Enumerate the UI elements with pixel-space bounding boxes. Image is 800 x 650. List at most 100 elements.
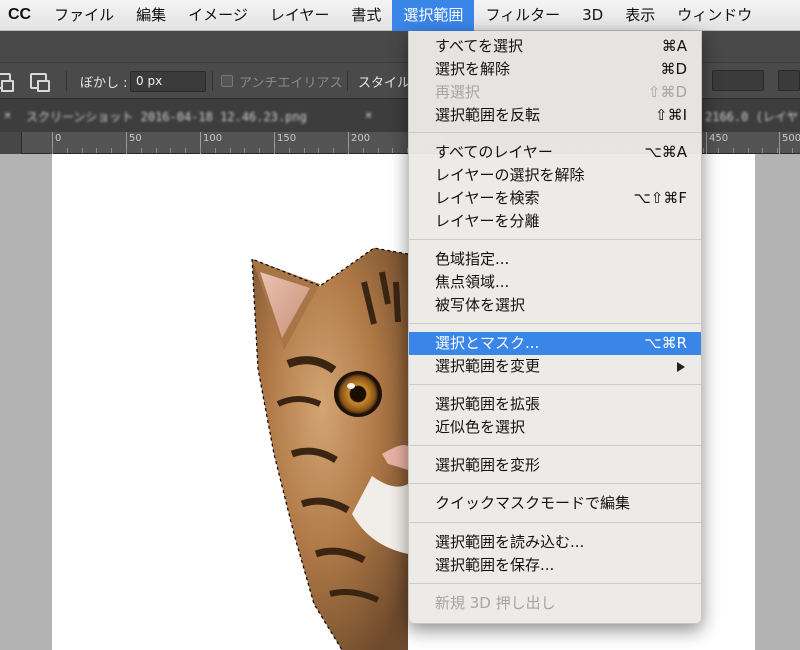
select-menu-dropdown: すべてを選択 ⌘A 選択を解除 ⌘D 再選択 ⇧⌘D 選択範囲を反転 ⇧⌘I すべてのレ…: [408, 31, 702, 624]
ruler-minor-tick: [703, 148, 704, 153]
menu-view[interactable]: 表示: [614, 0, 666, 31]
menu-item-color-range[interactable]: 色域指定...: [409, 248, 701, 271]
menu-image[interactable]: イメージ: [177, 0, 259, 31]
menu-item-label: すべてのレイヤー: [435, 143, 553, 161]
menu-layer[interactable]: レイヤー: [259, 0, 341, 31]
ruler-minor-tick: [718, 148, 719, 153]
menu-item-label: 焦点領域...: [435, 273, 510, 291]
menu-item-deselect[interactable]: 選択を解除 ⌘D: [409, 58, 701, 81]
ruler-minor-tick: [244, 148, 245, 153]
menu-item-label: 選択範囲を拡張: [435, 395, 541, 413]
menu-item-label: すべてを選択: [435, 37, 524, 55]
antialias-checkbox[interactable]: [221, 75, 233, 87]
menu-item-load-selection[interactable]: 選択範囲を読み込む...: [409, 531, 701, 554]
menu-item-label: 選択範囲を変形: [435, 456, 541, 474]
document-tab-title[interactable]: スクリーンショット 2016-04-18 12.46.23.png: [26, 108, 307, 125]
app-menu-cc[interactable]: CC: [0, 6, 43, 24]
menu-window[interactable]: ウィンドウ: [666, 0, 763, 31]
ruler-minor-tick: [733, 148, 734, 153]
ruler-minor-tick: [156, 148, 157, 153]
ruler-label: 200: [348, 132, 370, 154]
menu-item-deselect-layers[interactable]: レイヤーの選択を解除: [409, 164, 701, 187]
height-field[interactable]: [712, 70, 764, 91]
ruler-minor-tick: [777, 148, 778, 153]
ruler-minor-tick: [304, 148, 305, 153]
menu-item-label: レイヤーを分離: [435, 212, 540, 230]
menu-item-isolate-layers[interactable]: レイヤーを分離: [409, 210, 701, 233]
submenu-arrow-icon: [677, 362, 685, 372]
ruler-label: 500: [779, 132, 800, 154]
ruler-minor-tick: [185, 148, 186, 153]
menu-item-label: 選択とマスク...: [435, 334, 540, 352]
menu-item-all-layers[interactable]: すべてのレイヤー ⌥⌘A: [409, 141, 701, 164]
close-tab-icon[interactable]: ×: [4, 108, 11, 122]
menu-item-label: 選択範囲を保存...: [435, 556, 555, 574]
ruler-corner: [0, 132, 22, 154]
ruler-minor-tick: [259, 148, 260, 153]
shortcut-label: ⌘D: [660, 60, 687, 78]
ruler-minor-tick: [748, 148, 749, 153]
ruler-minor-tick: [170, 148, 171, 153]
menu-separator: [409, 445, 701, 446]
shortcut-label: ⌘A: [661, 37, 687, 55]
menu-bar: CC ファイル 編集 イメージ レイヤー 書式 選択範囲 フィルター 3D 表示…: [0, 0, 800, 31]
menu-select[interactable]: 選択範囲: [392, 0, 475, 31]
divider: [347, 71, 348, 91]
ruler-minor-tick: [378, 148, 379, 153]
document-tab-title-2[interactable]: 2166.0 (レイヤ: [705, 108, 798, 125]
menu-item-label: レイヤーの選択を解除: [435, 166, 585, 184]
shortcut-label: ⌥⇧⌘F: [633, 189, 687, 207]
menu-item-grow[interactable]: 選択範囲を拡張: [409, 393, 701, 416]
ruler-minor-tick: [230, 148, 231, 153]
menu-3d[interactable]: 3D: [571, 0, 614, 31]
menu-item-find-layers[interactable]: レイヤーを検索 ⌥⇧⌘F: [409, 187, 701, 210]
ruler-minor-tick: [348, 148, 349, 153]
ruler-minor-tick: [67, 148, 68, 153]
ruler-minor-tick: [111, 148, 112, 153]
menu-separator: [409, 132, 701, 133]
menu-edit[interactable]: 編集: [125, 0, 177, 31]
ruler-minor-tick: [274, 148, 275, 153]
close-tab-icon-2[interactable]: ×: [365, 108, 372, 122]
menu-item-select-all[interactable]: すべてを選択 ⌘A: [409, 35, 701, 58]
ruler-minor-tick: [82, 148, 83, 153]
ruler-minor-tick: [141, 148, 142, 153]
menu-item-modify[interactable]: 選択範囲を変更: [409, 355, 701, 378]
menu-item-similar[interactable]: 近似色を選択: [409, 416, 701, 439]
menu-item-label: レイヤーを検索: [435, 189, 540, 207]
feather-label: ぼかし :: [80, 75, 128, 91]
feather-input[interactable]: 0 px: [130, 70, 206, 92]
divider: [212, 71, 213, 91]
menu-separator: [409, 522, 701, 523]
antialias-label: アンチエイリアス: [239, 75, 343, 91]
menu-item-new-3d-extrusion: 新規 3D 押し出し: [409, 592, 701, 615]
cat-head: [251, 247, 409, 650]
shortcut-label: ⇧⌘I: [655, 106, 687, 124]
menu-item-save-selection[interactable]: 選択範囲を保存...: [409, 554, 701, 577]
menu-item-reselect: 再選択 ⇧⌘D: [409, 81, 701, 104]
ruler-label: 150: [274, 132, 296, 154]
menu-item-transform-selection[interactable]: 選択範囲を変形: [409, 454, 701, 477]
refine-button[interactable]: [778, 70, 800, 91]
ruler-minor-tick: [333, 148, 334, 153]
shortcut-label: ⌥⌘A: [644, 143, 687, 161]
shortcut-label: ⇧⌘D: [647, 83, 687, 101]
ruler-minor-tick: [200, 148, 201, 153]
subtract-selection-mode-icon[interactable]: [30, 63, 50, 99]
menu-item-quick-mask[interactable]: クイックマスクモードで編集: [409, 492, 701, 515]
ruler-minor-tick: [126, 148, 127, 153]
menu-item-select-subject[interactable]: 被写体を選択: [409, 294, 701, 317]
new-selection-mode-icon[interactable]: [0, 63, 14, 99]
ruler-minor-tick: [289, 148, 290, 153]
menu-item-select-and-mask[interactable]: 選択とマスク... ⌥⌘R: [409, 332, 701, 355]
ruler-minor-tick: [762, 148, 763, 153]
menu-filter[interactable]: フィルター: [474, 0, 571, 31]
menu-item-focus-area[interactable]: 焦点領域...: [409, 271, 701, 294]
menu-item-label: 選択範囲を反転: [435, 106, 541, 124]
menu-separator: [409, 483, 701, 484]
ruler-minor-tick: [392, 148, 393, 153]
menu-type[interactable]: 書式: [340, 0, 392, 31]
menu-item-inverse[interactable]: 選択範囲を反転 ⇧⌘I: [409, 104, 701, 127]
menu-file[interactable]: ファイル: [43, 0, 125, 31]
ruler-minor-tick: [363, 148, 364, 153]
